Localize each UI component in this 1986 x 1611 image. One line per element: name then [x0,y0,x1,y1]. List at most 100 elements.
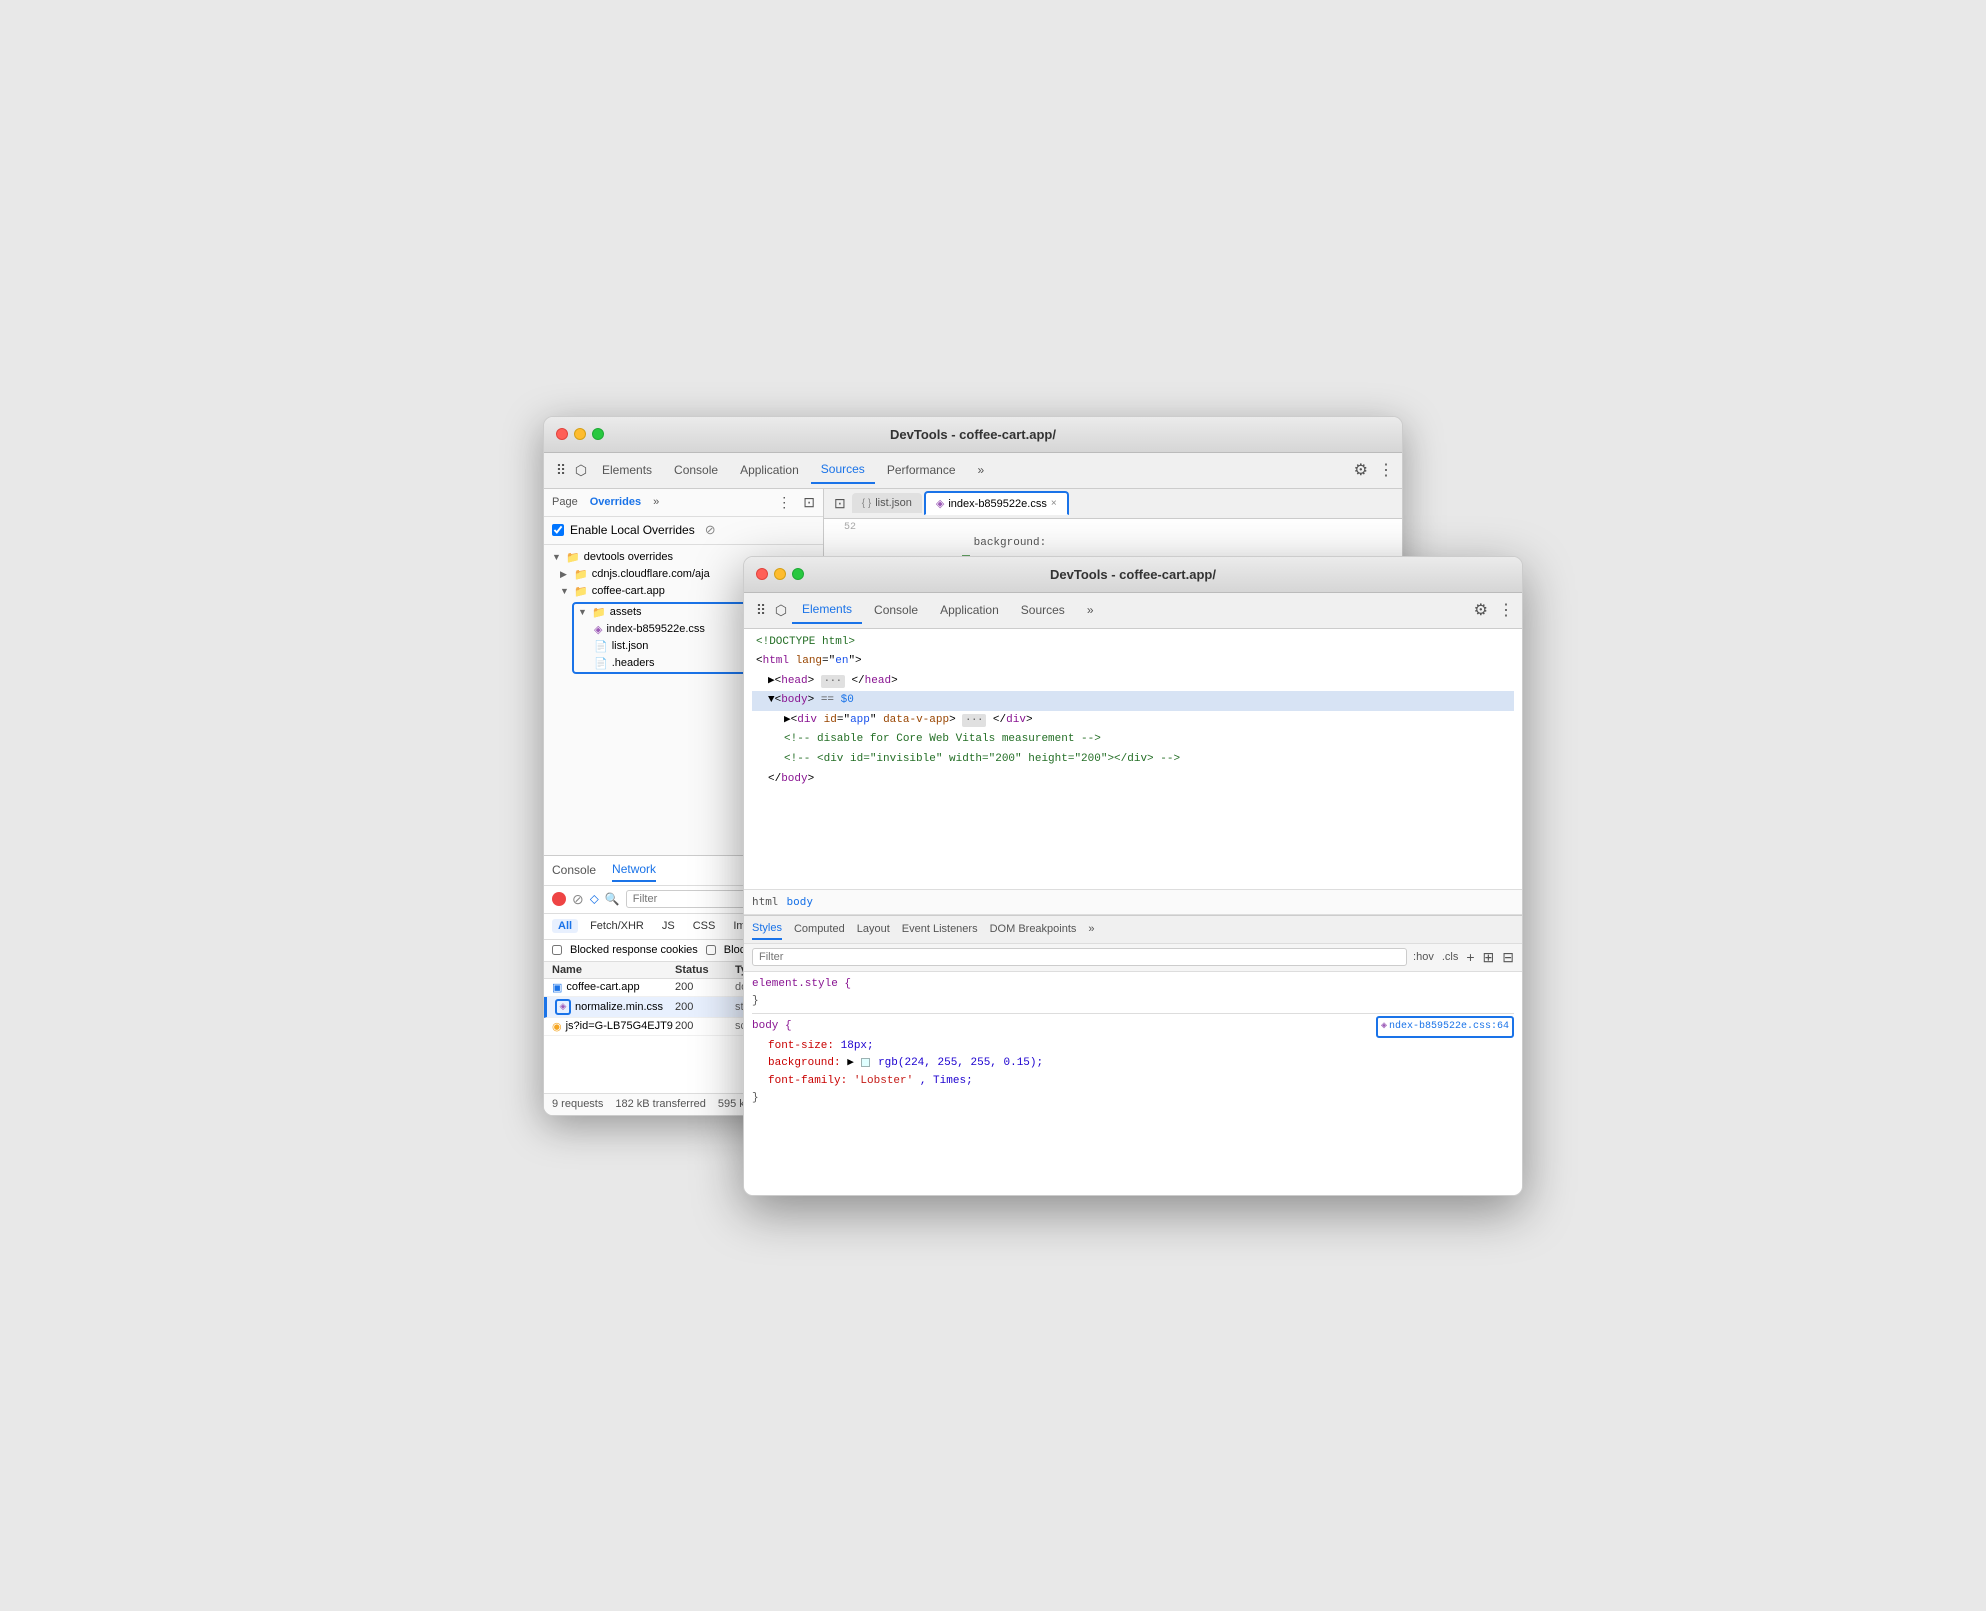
tab-console-front[interactable]: Console [864,597,928,623]
filter-css[interactable]: CSS [687,919,722,933]
html-line-comment1: <!-- disable for Core Web Vitals measure… [752,730,1514,750]
tab-performance-back[interactable]: Performance [877,457,966,483]
sidebar-tab-more[interactable]: » [653,496,659,508]
element-style-selector: element.style { [752,978,851,990]
tab-console-bottom[interactable]: Console [552,859,596,881]
settings-button-back[interactable]: ⚙ [1354,460,1368,480]
styles-tab-event-listeners[interactable]: Event Listeners [902,919,978,939]
more-button-back[interactable]: ⋮ [1378,460,1394,480]
sidebar-tab-overrides[interactable]: Overrides [590,496,641,508]
styles-tab-dom-breakpoints[interactable]: DOM Breakpoints [990,919,1077,939]
source-tab-list-json[interactable]: { } list.json [852,493,922,513]
cls-button[interactable]: .cls [1442,951,1459,963]
styles-toolbar: :hov .cls + ⊞ ⊟ [744,944,1522,972]
bg-color-swatch[interactable] [861,1058,870,1067]
breadcrumb-body[interactable]: body [787,895,814,908]
enable-overrides-row: Enable Local Overrides ⊘ [544,517,823,545]
hov-button[interactable]: :hov [1413,951,1434,963]
rule-body: body { ◈ ndex-b859522e.css:64 font-size:… [752,1016,1514,1108]
sidebar-layout-btn[interactable]: ⊡ [803,494,815,511]
record-button[interactable] [552,892,566,906]
html-line-html[interactable]: <html lang="en"> [752,652,1514,672]
headers-file-icon: 📄 [594,657,608,670]
folder-icon-coffee-cart: 📁 [574,585,588,598]
add-rule-button[interactable]: + [1466,949,1474,965]
sidebar-more-btn[interactable]: ⋮ [777,494,791,511]
doc-icon: ▣ [552,981,562,994]
html-line-div-app[interactable]: ▶<div id="app" data-v-app> ··· </div> [752,711,1514,731]
tree-label-headers: .headers [612,657,655,669]
inspect-icon[interactable]: ⠿ [552,461,570,479]
source-tab-close-css[interactable]: × [1051,498,1057,509]
blocked-requests-checkbox[interactable] [706,945,716,955]
tree-label-cdnjs: cdnjs.cloudflare.com/aja [592,568,710,580]
tab-elements-back[interactable]: Elements [592,457,662,483]
html-line-body[interactable]: ▼<body> == $0 [752,691,1514,711]
folder-icon-devtools: 📁 [566,551,580,564]
tab-application-back[interactable]: Application [730,457,809,483]
tab-application-front[interactable]: Application [930,597,1009,623]
device-icon[interactable]: ⬡ [572,461,590,479]
minimize-button[interactable] [574,428,586,440]
tab-sources-back[interactable]: Sources [811,456,875,484]
tree-arrow-assets: ▼ [578,607,588,617]
close-button[interactable] [556,428,568,440]
network-status-js: 200 [675,1020,735,1032]
filter-button[interactable]: ⬦ [590,891,599,907]
styles-content: element.style { } body { ◈ ndex-b859522e [744,972,1522,1195]
front-minimize-button[interactable] [774,568,786,580]
tab-sources-front[interactable]: Sources [1011,597,1075,623]
clear-overrides-icon[interactable]: ⊘ [705,522,716,538]
network-row-name-js: ◉ js?id=G-LB75G4EJT9 [552,1020,675,1033]
folder-icon-assets: 📁 [592,606,606,619]
front-maximize-button[interactable] [792,568,804,580]
styles-tab-computed[interactable]: Computed [794,919,845,939]
prop-font-family: font-family: 'Lobster' , Times; [752,1073,1514,1091]
source-tab-index-css[interactable]: ◈ index-b859522e.css × [924,491,1069,515]
sidebar-tab-page[interactable]: Page [552,496,578,508]
col-status: Status [675,964,735,976]
filter-all[interactable]: All [552,919,578,933]
css-file-icon-index: ◈ [594,623,602,636]
enable-overrides-checkbox[interactable] [552,524,564,536]
prop-background: background: ▶ rgb(224, 255, 255, 0.15); [752,1055,1514,1073]
filter-js[interactable]: JS [656,919,681,933]
network-row-name-normalize: ◈ normalize.min.css [555,999,675,1015]
styles-filter-input[interactable] [752,948,1407,966]
copy-button[interactable]: ⊞ [1483,949,1495,966]
front-window-title: DevTools - coffee-cart.app/ [1050,567,1216,582]
styles-tab-more[interactable]: » [1088,919,1094,939]
styles-tab-styles[interactable]: Styles [752,918,782,940]
tab-network-bottom[interactable]: Network [612,858,656,882]
tab-console-back[interactable]: Console [664,457,728,483]
style-rule-file-body: body { ◈ ndex-b859522e.css:64 [752,1016,1514,1038]
html-line-body-close[interactable]: </body> [752,770,1514,790]
json-file-icon: 📄 [594,640,608,653]
layout-button[interactable]: ⊟ [1502,949,1514,966]
back-window-title: DevTools - coffee-cart.app/ [890,427,1056,442]
filter-fetch-xhr[interactable]: Fetch/XHR [584,919,650,933]
col-name: Name [552,964,675,976]
sidebar-toggle-btn[interactable]: ⊡ [828,495,852,512]
device-icon-front[interactable]: ⬡ [772,601,790,619]
styles-tab-layout[interactable]: Layout [857,919,890,939]
more-button-front[interactable]: ⋮ [1498,600,1514,620]
inspect-icon-front[interactable]: ⠿ [752,601,770,619]
breadcrumb-html[interactable]: html [752,895,779,908]
blocked-response-checkbox[interactable] [552,945,562,955]
back-titlebar: DevTools - coffee-cart.app/ [544,417,1402,453]
html-line-head[interactable]: ▶<head> ··· </head> [752,672,1514,692]
tree-label-devtools-overrides: devtools overrides [584,551,673,563]
clear-log-button[interactable]: ⊘ [572,891,584,908]
network-filter-input[interactable] [626,890,746,908]
rule-element-style: element.style { } [752,976,1514,1011]
tab-elements-front[interactable]: Elements [792,596,862,624]
maximize-button[interactable] [592,428,604,440]
tab-more-front[interactable]: » [1077,597,1104,623]
style-file-link-body[interactable]: ◈ ndex-b859522e.css:64 [1376,1016,1514,1038]
html-line-doctype[interactable]: <!DOCTYPE html> [752,633,1514,653]
tab-more-back[interactable]: » [968,457,995,483]
settings-button-front[interactable]: ⚙ [1474,600,1488,620]
search-icon[interactable]: 🔍 [605,892,620,906]
front-close-button[interactable] [756,568,768,580]
